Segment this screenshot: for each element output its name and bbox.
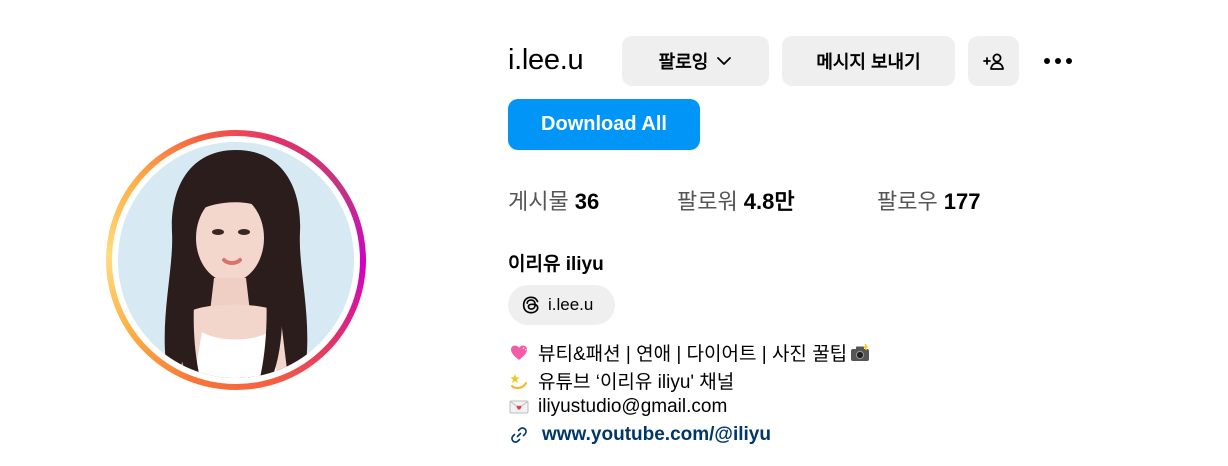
more-dot bbox=[1066, 58, 1072, 64]
threads-badge[interactable]: i.lee.u bbox=[508, 285, 615, 325]
posts-label: 게시물 bbox=[508, 189, 569, 214]
threads-handle: i.lee.u bbox=[548, 295, 594, 314]
dizzy-star-icon bbox=[508, 370, 530, 392]
bio-link-text[interactable]: www.youtube.com/@iliyu bbox=[542, 424, 771, 446]
profile-full-name: 이리유 iliyu bbox=[508, 254, 604, 275]
threads-icon bbox=[522, 296, 539, 314]
more-dot bbox=[1044, 58, 1050, 64]
link-icon bbox=[508, 424, 530, 446]
following-label: 팔로잉 bbox=[658, 52, 709, 72]
profile-username: i.lee.u bbox=[508, 44, 584, 76]
add-user-button[interactable] bbox=[968, 36, 1019, 86]
bio-text-interests: 뷰티&패션 | 연애 | 다이어트 | 사진 꿀팁 bbox=[538, 344, 848, 365]
profile-photo-icon bbox=[118, 142, 354, 378]
add-user-icon bbox=[982, 53, 1004, 70]
followers-label: 팔로워 bbox=[677, 189, 738, 214]
message-button[interactable]: 메시지 보내기 bbox=[782, 36, 955, 86]
bio-link[interactable]: www.youtube.com/@iliyu bbox=[508, 424, 771, 446]
posts-value: 36 bbox=[574, 189, 600, 214]
camera-flash-icon bbox=[849, 342, 871, 364]
message-label: 메시지 보내기 bbox=[816, 52, 921, 72]
more-options-icon[interactable] bbox=[1038, 48, 1078, 74]
posts-count: 게시물 36 bbox=[508, 184, 599, 216]
heart-icon bbox=[508, 342, 530, 364]
bio-line-interests: 뷰티&패션 | 연애 | 다이어트 | 사진 꿀팁 bbox=[508, 339, 871, 366]
love-letter-icon bbox=[508, 396, 530, 418]
more-dot bbox=[1055, 58, 1061, 64]
following-button[interactable]: 팔로잉 bbox=[622, 36, 769, 86]
bio-line-youtube: 유튜브 ‘이리유 iliyu' 채널 bbox=[508, 367, 734, 394]
bio-line-email: iliyustudio@gmail.com bbox=[508, 396, 727, 418]
followers-value: 4.8만 bbox=[743, 189, 795, 214]
bio-text-youtube: 유튜브 ‘이리유 iliyu' 채널 bbox=[538, 372, 735, 393]
download-all-button[interactable]: Download All bbox=[508, 99, 700, 150]
following-count-label: 팔로우 bbox=[877, 189, 938, 214]
profile-avatar-ring[interactable] bbox=[106, 130, 366, 390]
avatar[interactable] bbox=[118, 142, 354, 378]
following-count-value: 177 bbox=[943, 189, 981, 214]
chevron-down-icon bbox=[717, 57, 732, 65]
followers-count[interactable]: 팔로워 4.8만 bbox=[677, 184, 795, 216]
following-count[interactable]: 팔로우 177 bbox=[877, 184, 980, 216]
avatar-frame bbox=[112, 136, 360, 384]
bio-text-email: iliyustudio@gmail.com bbox=[538, 396, 728, 417]
